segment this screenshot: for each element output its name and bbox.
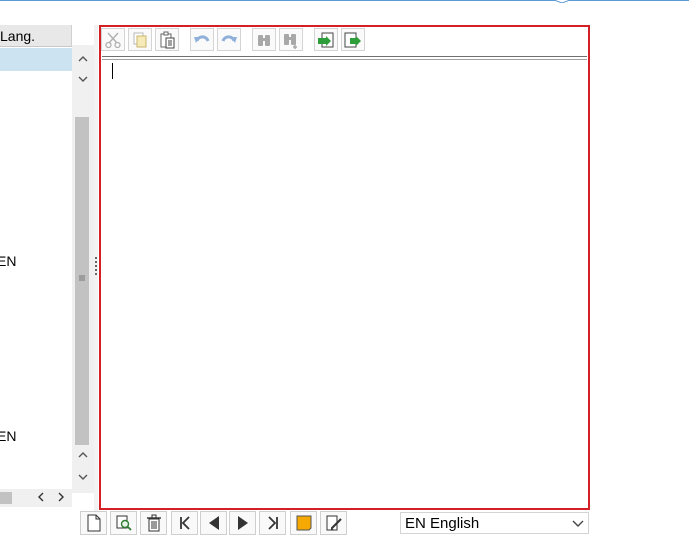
scroll-down-icon[interactable]: [72, 69, 94, 89]
scroll-page-up-icon[interactable]: [72, 445, 94, 465]
language-select-value: EN English: [405, 515, 480, 532]
next-page-icon[interactable]: [229, 511, 256, 535]
find-icon[interactable]: [252, 28, 276, 51]
editor-text-area[interactable]: [102, 56, 587, 508]
new-document-icon[interactable]: [80, 511, 107, 535]
copy-icon[interactable]: [128, 28, 152, 51]
horizontal-scroll-thumb[interactable]: [0, 492, 12, 504]
edit-document-icon[interactable]: [320, 511, 347, 535]
selected-row[interactable]: [0, 48, 72, 71]
chevron-down-icon[interactable]: [571, 515, 585, 531]
horizontal-scrollbar[interactable]: [0, 489, 72, 507]
text-caret: [112, 63, 113, 79]
pane-splitter[interactable]: [94, 25, 98, 512]
previous-page-icon[interactable]: [200, 511, 227, 535]
search-document-icon[interactable]: [110, 511, 137, 535]
find-next-icon[interactable]: [279, 28, 303, 51]
note-icon[interactable]: [290, 511, 317, 535]
last-page-icon[interactable]: [259, 511, 286, 535]
cut-icon[interactable]: [101, 28, 125, 51]
top-accent-line: [0, 0, 689, 3]
editor-toolbar: [101, 27, 588, 54]
table-cell-lang[interactable]: EN: [0, 428, 16, 444]
redo-icon[interactable]: [217, 28, 241, 51]
language-select[interactable]: EN English: [400, 512, 589, 534]
notch-marker: [554, 0, 570, 3]
scroll-up-icon[interactable]: [72, 49, 94, 69]
vertical-scrollbar[interactable]: [72, 45, 94, 493]
first-page-icon[interactable]: [171, 511, 198, 535]
bottom-toolbar: EN English: [0, 510, 689, 535]
table-cell-lang[interactable]: EN: [0, 253, 16, 269]
scroll-right-icon[interactable]: [52, 489, 70, 507]
paste-icon[interactable]: [155, 28, 179, 51]
delete-icon[interactable]: [140, 511, 167, 535]
language-table: Lang. EN EN: [0, 25, 94, 512]
load-local-file-icon[interactable]: [314, 28, 338, 51]
scroll-left-icon[interactable]: [32, 489, 50, 507]
text-editor[interactable]: [99, 25, 590, 510]
scroll-grip-icon: [78, 274, 86, 282]
splitter-grip-icon: [95, 257, 97, 275]
undo-icon[interactable]: [190, 28, 214, 51]
column-header-lang[interactable]: Lang.: [0, 25, 72, 47]
save-local-file-icon[interactable]: [341, 28, 365, 51]
scroll-page-down-icon[interactable]: [72, 467, 94, 487]
